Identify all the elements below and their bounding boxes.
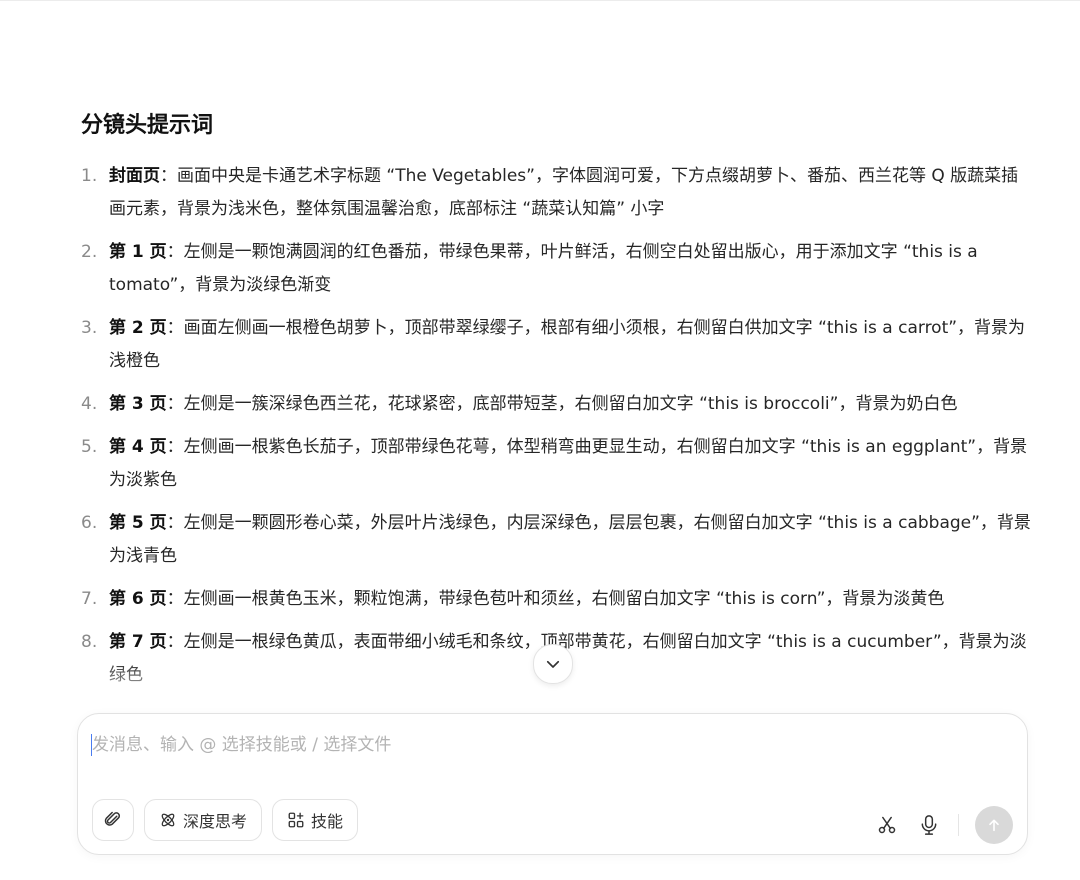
composer-toolbar: 深度思考 技能 (92, 799, 359, 841)
list-item-body: 左侧是一颗圆形卷心菜，外层叶片浅绿色，内层深绿色，层层包裹，右侧留白加文字 “t… (109, 513, 1031, 566)
microphone-icon (921, 815, 937, 835)
screenshot-button[interactable] (874, 812, 900, 838)
send-button[interactable] (975, 806, 1013, 844)
list-number: 2. (81, 242, 98, 262)
list-number: 6. (81, 513, 98, 533)
list-number: 3. (81, 318, 98, 338)
top-divider (0, 0, 1080, 1)
list-item-body: 画面左侧画一根橙色胡萝卜，顶部带翠绿缨子，根部有细小须根，右侧留白供加文字 “t… (109, 318, 1026, 371)
list-item-heading: 第 4 页 (109, 437, 167, 457)
list-item-heading: 第 3 页 (109, 394, 167, 414)
deep-think-button[interactable]: 深度思考 (144, 799, 263, 841)
chat-page: 分镜头提示词 1. 封面页：画面中央是卡通艺术字标题 “The Vegetabl… (0, 0, 1080, 880)
scissors-icon (878, 816, 896, 834)
list-item: 2. 第 1 页：左侧是一颗饱满圆润的红色番茄，带绿色果蒂，叶片鲜活，右侧空白处… (81, 236, 1031, 302)
list-item-heading: 第 2 页 (109, 318, 167, 338)
list-item-separator: ： (166, 589, 184, 609)
skills-button[interactable]: 技能 (272, 799, 359, 841)
list-item-separator: ： (166, 632, 184, 652)
list-item-body: 左侧画一根黄色玉米，颗粒饱满，带绿色苞叶和须丝，右侧留白加文字 “this is… (183, 589, 945, 609)
list-item: 3. 第 2 页：画面左侧画一根橙色胡萝卜，顶部带翠绿缨子，根部有细小须根，右侧… (81, 312, 1031, 378)
list-item-body: 画面中央是卡通艺术字标题 “The Vegetables”，字体圆润可爱，下方点… (109, 166, 1019, 219)
attach-button[interactable] (92, 799, 134, 841)
list-number: 4. (81, 394, 98, 414)
atom-icon (161, 813, 175, 827)
list-item-heading: 第 6 页 (109, 589, 167, 609)
composer-actions (874, 806, 1013, 844)
message-input[interactable] (90, 728, 1012, 762)
grid-plus-icon (288, 812, 304, 828)
list-item-body: 左侧是一簇深绿色西兰花，花球紧密，底部带短茎，右侧留白加文字 “this is … (183, 394, 958, 414)
list-number: 5. (81, 437, 98, 457)
list-item-separator: ： (166, 437, 184, 457)
voice-input-button[interactable] (916, 812, 942, 838)
arrow-up-icon (989, 819, 999, 832)
list-item: 5. 第 4 页：左侧画一根紫色长茄子，顶部带绿色花萼，体型稍弯曲更显生动，右侧… (81, 431, 1031, 497)
message-content: 分镜头提示词 1. 封面页：画面中央是卡通艺术字标题 “The Vegetabl… (81, 110, 1031, 710)
list-item-separator: ： (160, 166, 177, 186)
list-item-heading: 封面页 (109, 166, 160, 186)
list-item: 7. 第 6 页：左侧画一根黄色玉米，颗粒饱满，带绿色苞叶和须丝，右侧留白加文字… (81, 583, 1031, 616)
storyboard-list: 1. 封面页：画面中央是卡通艺术字标题 “The Vegetables”，字体圆… (81, 160, 1031, 692)
message-composer: 深度思考 技能 (77, 713, 1028, 855)
list-item-separator: ： (166, 513, 184, 533)
paperclip-icon (104, 811, 121, 826)
list-item-heading: 第 7 页 (109, 632, 167, 652)
list-item: 1. 封面页：画面中央是卡通艺术字标题 “The Vegetables”，字体圆… (81, 160, 1031, 226)
scroll-to-bottom-button[interactable] (533, 644, 573, 684)
list-item-body: 左侧画一根紫色长茄子，顶部带绿色花萼，体型稍弯曲更显生动，右侧留白加文字 “th… (109, 437, 1028, 490)
list-number: 1. (81, 166, 98, 186)
text-caret (91, 734, 92, 756)
list-item-separator: ： (166, 242, 184, 262)
actions-divider (958, 814, 959, 836)
skills-label: 技能 (311, 812, 344, 831)
list-number: 8. (81, 632, 98, 652)
list-item-heading: 第 5 页 (109, 513, 167, 533)
list-item: 4. 第 3 页：左侧是一簇深绿色西兰花，花球紧密，底部带短茎，右侧留白加文字 … (81, 388, 1031, 421)
list-item-separator: ： (166, 318, 184, 338)
list-item-heading: 第 1 页 (109, 242, 167, 262)
list-item: 6. 第 5 页：左侧是一颗圆形卷心菜，外层叶片浅绿色，内层深绿色，层层包裹，右… (81, 507, 1031, 573)
list-number: 7. (81, 589, 98, 609)
chevron-down-icon (546, 660, 560, 668)
section-title: 分镜头提示词 (81, 113, 214, 138)
deep-think-label: 深度思考 (183, 812, 248, 831)
list-item-body: 左侧是一颗饱满圆润的红色番茄，带绿色果蒂，叶片鲜活，右侧空白处留出版心，用于添加… (109, 242, 978, 295)
list-item-separator: ： (166, 394, 184, 414)
